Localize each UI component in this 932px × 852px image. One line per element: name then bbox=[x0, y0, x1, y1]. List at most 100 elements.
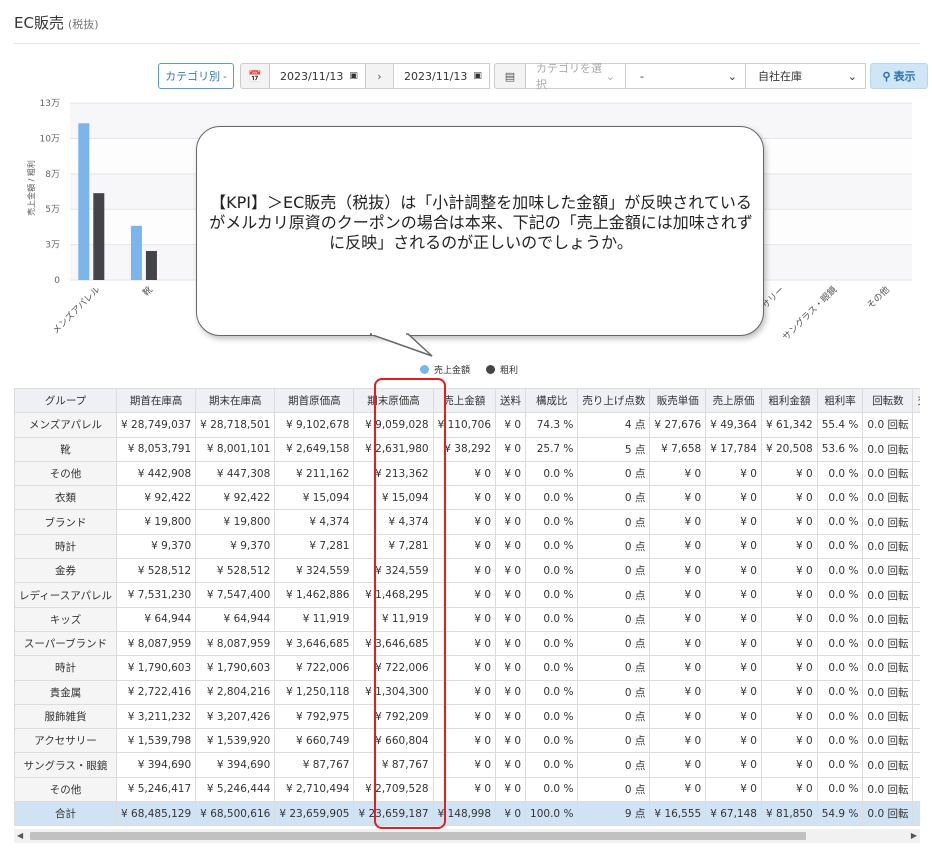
table-cell: ¥ 0 bbox=[495, 776, 527, 803]
table-cell: ¥ 8,053,791 bbox=[116, 436, 197, 462]
y-tick-label: 0 bbox=[54, 276, 60, 286]
table-cell: 0.0 回転 bbox=[862, 460, 914, 487]
chart-legend: 売上金額 粗利 bbox=[420, 363, 518, 376]
column-header[interactable]: 回転数 bbox=[862, 388, 914, 414]
table-cell: 0 点 bbox=[577, 630, 651, 657]
column-header[interactable]: 期末原価高 bbox=[353, 388, 434, 414]
chevron-right-icon: › bbox=[366, 63, 394, 89]
row-group-label: スーパーブランド bbox=[14, 630, 118, 657]
table-cell: ¥ 0 bbox=[495, 752, 527, 778]
table-cell: 0.0 % bbox=[525, 558, 579, 584]
table-cell: ¥ 0 bbox=[432, 485, 497, 511]
table-cell: ¥ 1,539,798 bbox=[116, 728, 197, 754]
table-cell: ¥ 0 bbox=[760, 606, 818, 632]
scroll-left-icon[interactable]: ◀ bbox=[17, 831, 23, 840]
stock-select[interactable]: 自社在庫 ⌄ bbox=[746, 63, 866, 89]
sub-category-select[interactable]: - ⌄ bbox=[626, 63, 746, 89]
table-cell: ¥ 0 bbox=[649, 509, 707, 535]
table-cell: ¥ 11,919 bbox=[353, 606, 434, 632]
table-cell: 0 点 bbox=[577, 460, 651, 487]
column-header[interactable]: 期首在庫高 bbox=[116, 388, 197, 414]
column-header[interactable]: 期首原価高 bbox=[274, 388, 355, 414]
table-cell: 0.0 bbox=[912, 776, 920, 803]
calendar-small-icon[interactable]: ▣ bbox=[473, 71, 482, 81]
table-cell: ¥ 87,767 bbox=[353, 752, 434, 778]
table-cell: 0.0 % bbox=[525, 776, 579, 803]
table-header-row: グループ 期首在庫高 期末在庫高 期首原価高 期末原価高 売上金額 送料 構成比 売り上げ点数販… bbox=[14, 388, 920, 414]
row-group-label: メンズアパレル bbox=[14, 412, 118, 438]
table-cell: ¥ 0 bbox=[705, 460, 762, 487]
column-header[interactable]: グループ bbox=[14, 388, 118, 414]
table-cell: 0.0 % bbox=[525, 679, 579, 705]
chevron-down-icon: ⌄ bbox=[727, 69, 737, 83]
column-header[interactable]: 粗利率 bbox=[816, 388, 864, 414]
table-cell: ¥ 23,659,187 bbox=[353, 801, 434, 827]
table-cell: 0.0 % bbox=[816, 752, 864, 778]
table-row: 靴 ¥ 8,053,791 ¥ 8,001,101 ¥ 2,649,158 ¥ 2,63… bbox=[14, 436, 920, 462]
horizontal-scrollbar[interactable]: ◀ ▶ bbox=[14, 829, 920, 843]
table-cell: ¥ 3,646,685 bbox=[353, 630, 434, 657]
row-group-label: レディースアパレル bbox=[14, 582, 118, 608]
table-cell: 0 点 bbox=[577, 703, 651, 730]
table-cell: 0 点 bbox=[577, 485, 651, 511]
column-header[interactable]: 送料 bbox=[495, 388, 527, 414]
table-cell: 0.0 bbox=[912, 509, 920, 535]
table-cell: 0.0 % bbox=[816, 460, 864, 487]
table-cell: ¥ 0 bbox=[705, 728, 762, 754]
column-header[interactable]: 売上原価 bbox=[705, 388, 762, 414]
table-cell: 0.3 bbox=[912, 436, 920, 462]
bar-profit bbox=[145, 250, 157, 280]
table-cell: ¥ 722,006 bbox=[274, 655, 355, 681]
legend-item-profit[interactable]: 粗利 bbox=[486, 363, 518, 376]
table-total-row: 合計 ¥ 68,485,129 ¥ 68,500,616 ¥ 23,659,905 ¥ … bbox=[14, 801, 920, 827]
table-cell: ¥ 0 bbox=[495, 801, 527, 827]
scroll-right-icon[interactable]: ▶ bbox=[911, 831, 917, 840]
row-group-label: 衣類 bbox=[14, 485, 118, 511]
table-cell: ¥ 0 bbox=[760, 728, 818, 754]
table-row: 時計 ¥ 1,790,603 ¥ 1,790,603 ¥ 722,006 ¥ 722,0… bbox=[14, 655, 920, 681]
table-cell: ¥ 1,790,603 bbox=[195, 655, 276, 681]
table-cell: ¥ 110,706 bbox=[432, 412, 497, 438]
table-cell: 0.0 % bbox=[525, 728, 579, 754]
category-select[interactable]: カテゴリを選択 ⌄ bbox=[526, 62, 626, 91]
table-cell: ¥ 28,749,037 bbox=[116, 412, 197, 438]
column-header[interactable]: 交叉比率 bbox=[912, 388, 920, 414]
table-cell: 0.0 bbox=[912, 606, 920, 632]
column-header[interactable]: 構成比 bbox=[525, 388, 579, 414]
table-cell: 0.0 % bbox=[816, 485, 864, 511]
category-mode-button[interactable]: カテゴリ別 - bbox=[158, 63, 234, 89]
table-cell: ¥ 324,559 bbox=[274, 558, 355, 584]
table-cell: ¥ 0 bbox=[649, 752, 707, 778]
column-header[interactable]: 売上金額 bbox=[432, 388, 497, 414]
bar-sales bbox=[78, 123, 90, 280]
table-cell: 0.0 bbox=[912, 558, 920, 584]
table-cell: ¥ 1,304,300 bbox=[353, 679, 434, 705]
table-cell: 0.0 回転 bbox=[862, 703, 914, 730]
table-cell: 0.0 回転 bbox=[862, 436, 914, 462]
table-row: 服飾雑貨 ¥ 3,211,232 ¥ 3,207,426 ¥ 792,975 ¥ 792… bbox=[14, 703, 920, 730]
table-cell: ¥ 324,559 bbox=[353, 558, 434, 584]
table-cell: ¥ 0 bbox=[760, 533, 818, 560]
table-cell: 0.0 bbox=[912, 728, 920, 754]
y-tick-label: 8万 bbox=[45, 170, 60, 180]
table-row: 時計 ¥ 9,370 ¥ 9,370 ¥ 7,281 ¥ 7,281 ¥ 0 ¥ 0 0.0 … bbox=[14, 533, 920, 560]
table-cell: ¥ 15,094 bbox=[353, 485, 434, 511]
table-row: ブランド ¥ 19,800 ¥ 19,800 ¥ 4,374 ¥ 4,374 ¥ 0 ¥ 0… bbox=[14, 509, 920, 535]
calendar-small-icon[interactable]: ▣ bbox=[349, 71, 358, 81]
date-from-input[interactable]: 2023/11/13 ▣ bbox=[270, 63, 366, 89]
table-row: その他 ¥ 442,908 ¥ 447,308 ¥ 211,162 ¥ 213,362 ¥… bbox=[14, 460, 920, 487]
table-cell: ¥ 0 bbox=[495, 412, 527, 438]
scrollbar-thumb[interactable] bbox=[30, 832, 806, 840]
show-button[interactable]: ⚲ 表示 bbox=[870, 63, 928, 89]
legend-item-sales[interactable]: 売上金額 bbox=[420, 363, 470, 376]
column-header[interactable]: 期末在庫高 bbox=[195, 388, 276, 414]
table-cell: 0 点 bbox=[577, 655, 651, 681]
column-header[interactable]: 販売単価 bbox=[649, 388, 707, 414]
column-header[interactable]: 売り上げ点数 bbox=[577, 388, 651, 414]
date-to-input[interactable]: 2023/11/13 ▣ bbox=[394, 63, 490, 89]
table-cell: ¥ 0 bbox=[432, 558, 497, 584]
table-cell: ¥ 0 bbox=[760, 679, 818, 705]
column-header[interactable]: 粗利金額 bbox=[760, 388, 818, 414]
table-row: 貴金属 ¥ 2,722,416 ¥ 2,804,216 ¥ 1,250,118 ¥ 1,… bbox=[14, 679, 920, 705]
table-cell: ¥ 1,468,295 bbox=[353, 582, 434, 608]
